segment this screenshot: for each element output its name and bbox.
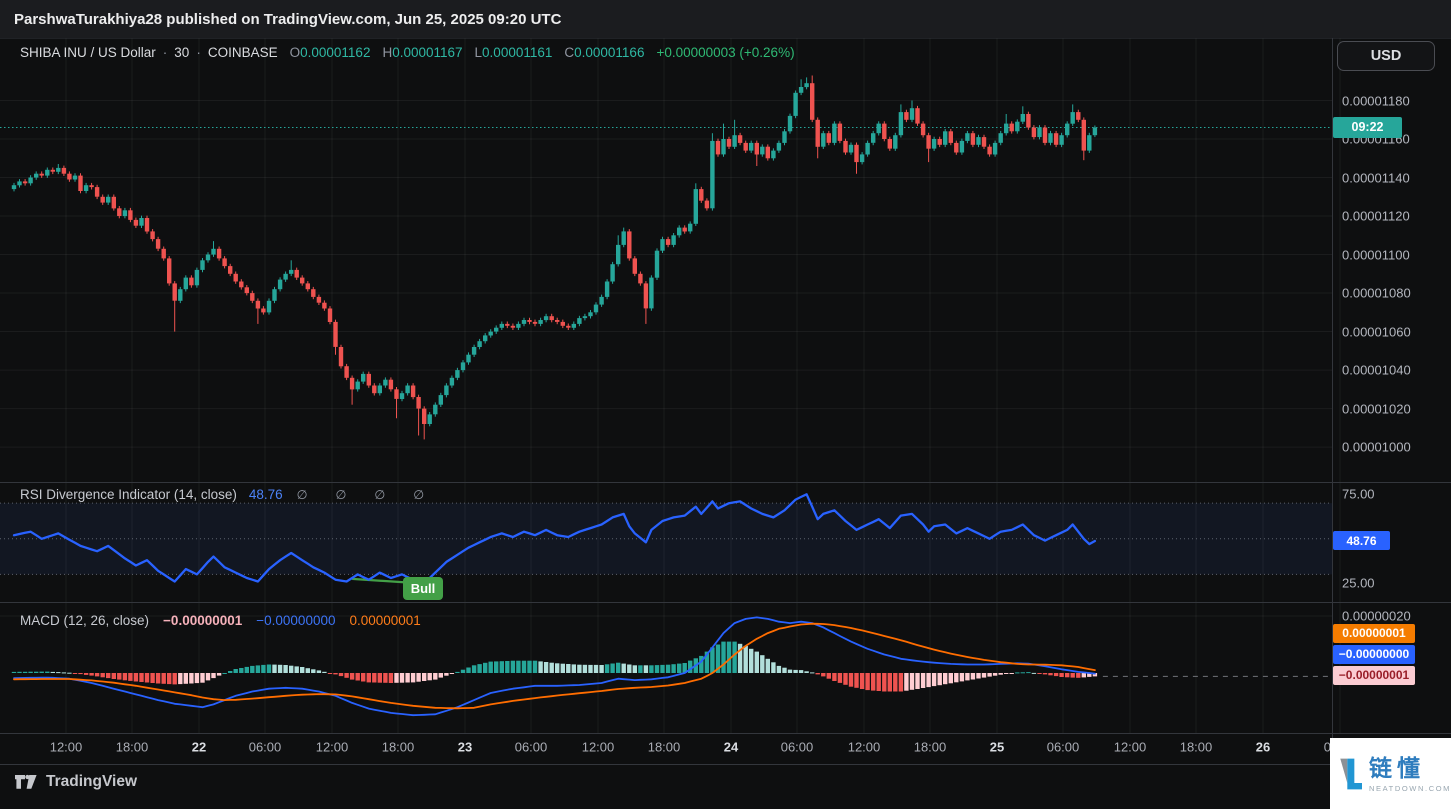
price-scale-label: 0.00001140 [1342, 170, 1410, 185]
time-axis-label: 23 [458, 740, 472, 755]
price-scale-label: 0.00001180 [1342, 93, 1410, 108]
macd-legend: MACD (12, 26, close) −0.00000001 −0.0000… [20, 613, 421, 628]
macd-signal-line [14, 624, 1095, 709]
price-scale-label: 0.00001000 [1342, 440, 1411, 455]
macd-signal-value: 0.00000001 [349, 613, 420, 628]
rsi-value-badge: 48.76 [1333, 531, 1390, 550]
exchange-name: COINBASE [208, 45, 278, 60]
low-label: L [475, 45, 483, 60]
price-scale-label: 0.00001060 [1342, 324, 1411, 339]
time-axis-label: 26 [1256, 740, 1270, 755]
time-axis-label: 06:00 [1047, 740, 1080, 755]
rsi-hidden-values: ∅ ∅ ∅ ∅ [297, 487, 436, 502]
rsi-scale-lower-label: 25.00 [1342, 576, 1375, 591]
time-axis-label: 25 [990, 740, 1004, 755]
macd-scale-grid-label: 0.00000020 [1342, 609, 1411, 624]
macd-title[interactable]: MACD (12, 26, close) [20, 613, 149, 628]
close-value: 0.00001166 [574, 45, 644, 60]
macd-line [14, 617, 1095, 715]
time-axis-label: 12:00 [582, 740, 615, 755]
time-axis-label: 18:00 [914, 740, 947, 755]
time-axis-label: 18:00 [382, 740, 415, 755]
symbol-name[interactable]: SHIBA INU / US Dollar [20, 45, 156, 60]
price-scale-label: 0.00001020 [1342, 401, 1411, 416]
footer-bar: TradingView [14, 772, 137, 792]
time-axis-label: 06:00 [515, 740, 548, 755]
rsi-legend: RSI Divergence Indicator (14, close) 48.… [20, 487, 436, 502]
tradingview-logo-icon [14, 772, 38, 792]
header-bar: ParshwaTurakhiya28 published on TradingV… [0, 0, 1451, 38]
high-value: 0.00001167 [392, 45, 462, 60]
bull-divergence-badge: Bull [403, 577, 443, 600]
rsi-value: 48.76 [249, 487, 283, 502]
change-value: +0.00000003 (+0.26%) [656, 45, 794, 60]
time-axis-label: 06:00 [249, 740, 282, 755]
time-axis-label: 06:00 [781, 740, 814, 755]
watermark-logo-icon [1339, 748, 1362, 800]
candles [12, 76, 1097, 440]
time-axis-label: 18:00 [1180, 740, 1213, 755]
rsi-scale-upper-label: 75.00 [1342, 487, 1375, 502]
symbol-legend: SHIBA INU / US Dollar · 30 · COINBASE O … [20, 45, 795, 60]
time-axis-label: 18:00 [116, 740, 149, 755]
legend-separator: · [196, 45, 201, 60]
high-label: H [382, 45, 392, 60]
price-scale-label: 0.00001040 [1342, 363, 1411, 378]
watermark-cn-text: 链懂 [1369, 755, 1425, 781]
macd-histogram-value: −0.00000001 [163, 613, 242, 628]
chart-canvas[interactable] [0, 0, 1451, 809]
tradingview-snapshot: ParshwaTurakhiya28 published on TradingV… [0, 0, 1451, 809]
macd-signal-badge: 0.00000001 [1333, 624, 1415, 643]
rsi-title[interactable]: RSI Divergence Indicator (14, close) [20, 487, 237, 502]
time-axis-label: 12:00 [50, 740, 83, 755]
header-title: ParshwaTurakhiya28 published on TradingV… [14, 11, 561, 28]
time-axis-label: 12:00 [316, 740, 349, 755]
tradingview-brand[interactable]: TradingView [46, 773, 137, 791]
price-scale-label: 0.00001080 [1342, 286, 1411, 301]
low-value: 0.00001161 [482, 45, 552, 60]
price-scale-label: 0.00001120 [1342, 209, 1410, 224]
watermark-site-text: NEATDOWN.COM [1369, 784, 1451, 793]
open-label: O [290, 45, 301, 60]
time-axis-label: 22 [192, 740, 206, 755]
macd-line-value: −0.00000000 [256, 613, 335, 628]
macd-line-badge: −0.00000000 [1333, 645, 1415, 664]
price-scale-label: 0.00001100 [1342, 247, 1410, 262]
time-axis-label: 12:00 [848, 740, 881, 755]
time-axis-label: 12:00 [1114, 740, 1147, 755]
watermark-box[interactable]: 链懂 NEATDOWN.COM [1330, 738, 1451, 809]
countdown-badge: 09:22 [1333, 117, 1402, 138]
time-axis-label: 18:00 [648, 740, 681, 755]
interval-value[interactable]: 30 [174, 45, 189, 60]
macd-hist-badge: −0.00000001 [1333, 666, 1415, 685]
close-label: C [564, 45, 574, 60]
time-axis-label: 24 [724, 740, 738, 755]
open-value: 0.00001162 [300, 45, 370, 60]
legend-separator: · [163, 45, 168, 60]
currency-toggle-button[interactable]: USD [1337, 41, 1435, 71]
